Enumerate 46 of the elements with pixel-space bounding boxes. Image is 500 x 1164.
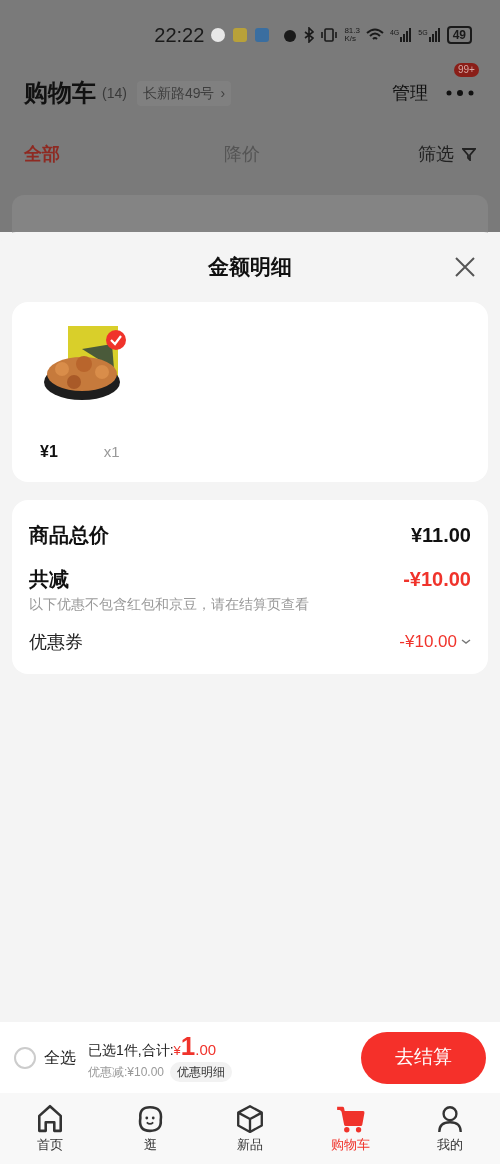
signal-icon xyxy=(400,28,413,42)
battery-indicator: 49 xyxy=(446,26,472,44)
filter-icon xyxy=(462,147,476,161)
vibrate-icon xyxy=(320,27,339,43)
network-speed: 81.3 xyxy=(344,27,360,35)
selected-summary: 已选1件,合计: xyxy=(88,1041,174,1061)
tab-bar-item[interactable]: 购物车 xyxy=(300,1102,400,1155)
tab-bar-item[interactable]: 首页 xyxy=(0,1102,100,1155)
select-all-radio[interactable] xyxy=(14,1046,36,1069)
home-icon xyxy=(35,1102,65,1133)
summary-label: 商品总价 xyxy=(29,523,109,548)
checkout-button[interactable]: 去结算 xyxy=(361,1031,486,1084)
summary-value: ¥11.00 xyxy=(410,523,471,548)
notification-badge: 99+ xyxy=(454,63,479,77)
total-amount: ¥1.00 xyxy=(173,1033,217,1062)
more-icon[interactable] xyxy=(446,90,474,96)
tab-bar-item[interactable]: 我的 xyxy=(400,1102,500,1155)
network-speed-unit: K/s xyxy=(344,35,357,43)
item-count: (14) xyxy=(102,83,127,103)
bluetooth-icon xyxy=(304,27,315,43)
sheet-title: 金额明细 xyxy=(208,254,292,281)
summary-value: -¥10.00 xyxy=(403,567,471,592)
page-title: 购物车 xyxy=(24,78,96,108)
app-icon xyxy=(232,27,249,43)
tab-bar-item[interactable]: 逛 xyxy=(100,1102,200,1155)
app-icon xyxy=(254,27,271,43)
close-icon[interactable] xyxy=(454,256,476,278)
summary-value: -¥10.00 xyxy=(399,631,457,653)
cube-icon xyxy=(235,1102,265,1133)
product-price: ¥1 xyxy=(40,442,58,462)
signal-icon xyxy=(428,28,441,42)
summary-label: 共减 xyxy=(29,567,70,592)
summary-label: 优惠券 xyxy=(29,631,83,654)
summary-note: 以下优惠不包含红包和京豆，请在结算页查看 xyxy=(29,595,309,614)
manage-button[interactable]: 管理 xyxy=(392,79,428,107)
discount-detail-button[interactable]: 优惠明细 xyxy=(170,1061,233,1082)
app-icon xyxy=(210,27,227,43)
filter-button[interactable]: 筛选 xyxy=(418,140,476,168)
discount-summary: 优惠减:¥10.00 xyxy=(88,1063,165,1081)
select-all-label[interactable]: 全选 xyxy=(44,1045,76,1070)
tab-bar-item[interactable]: 新品 xyxy=(200,1102,300,1155)
address-chip[interactable]: 长新路49号 › xyxy=(136,80,232,106)
chevron-down-icon[interactable] xyxy=(461,638,471,645)
status-time: 22:22 xyxy=(154,23,205,48)
wifi-icon xyxy=(365,28,384,42)
product-quantity: x1 xyxy=(103,441,120,462)
